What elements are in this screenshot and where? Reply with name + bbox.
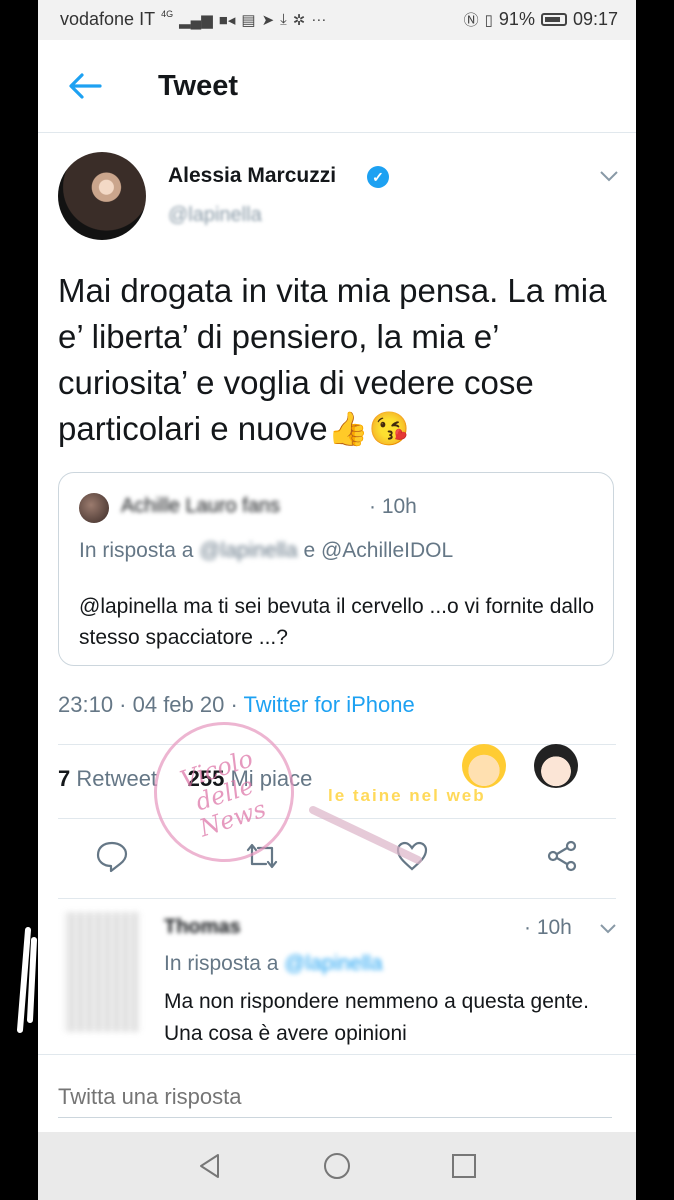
quoted-tweet[interactable]: Achille Lauro fans · 10h In risposta a @… <box>58 472 614 666</box>
reply-author-name[interactable]: Thomas <box>164 916 241 939</box>
retweet-label[interactable]: Retweet <box>70 766 157 791</box>
watermark-logo-text: Vicolo delle News <box>176 744 270 843</box>
chevron-down-icon[interactable] <box>598 168 620 184</box>
quoted-reply-prefix: In risposta a <box>79 539 200 562</box>
more-icon: ··· <box>311 11 327 28</box>
carrier-label: vodafone IT <box>60 9 156 29</box>
nav-home-icon[interactable] <box>321 1150 353 1182</box>
quoted-reply-context: In risposta a @lapinella e @AchilleIDOL <box>79 539 453 563</box>
back-arrow-icon[interactable] <box>64 68 104 104</box>
watermark-logo: Vicolo delle News <box>135 703 313 881</box>
reply-context-prefix: In risposta a <box>164 952 285 975</box>
quoted-reply-handle: @lapinella <box>199 539 298 562</box>
download-icon: ⤓ <box>280 11 287 28</box>
compose-bar <box>38 1054 636 1133</box>
author-name[interactable]: Alessia Marcuzzi <box>168 164 336 188</box>
reply-input[interactable] <box>58 1077 612 1118</box>
divider <box>58 898 616 899</box>
quoted-avatar <box>79 493 109 523</box>
battery-icon <box>540 13 567 26</box>
signal-icon: ▂▄▆ <box>179 11 213 29</box>
reply-context-handle: @lapinella <box>284 952 383 975</box>
edge-scribble <box>17 927 37 1033</box>
network-badge: 4G <box>161 8 174 19</box>
tweet-timestamp: 23:10 · 04 feb 20 · <box>58 692 244 717</box>
watermark-girl-icon <box>462 744 506 788</box>
watermark-banner: le taine nel web <box>328 786 486 805</box>
reply-time: · 10h <box>524 916 572 939</box>
nav-back-icon[interactable] <box>194 1150 226 1182</box>
verified-badge-icon: ✓ <box>367 166 389 188</box>
system-nav-bar <box>38 1132 636 1200</box>
share-icon[interactable] <box>544 838 580 874</box>
quoted-reply-suffix: e @AchilleIDOL <box>297 539 454 562</box>
video-icon: ■◂ <box>218 11 236 29</box>
settings-icon: ✲ <box>292 11 306 29</box>
status-left: vodafone IT 4G ▂▄▆ ■◂ ▤ ➤ ⤓ ✲ ··· <box>60 9 326 30</box>
reply-context: In risposta a @lapinella <box>164 952 383 976</box>
header: Tweet <box>38 40 636 133</box>
quoted-text: @lapinella ma ti sei bevuta il cervello … <box>79 595 595 649</box>
quoted-author-name: Achille Lauro fans <box>121 495 280 517</box>
battery-percent: 91% <box>498 9 535 29</box>
watermark-girl-icon <box>534 744 578 788</box>
divider <box>58 744 616 745</box>
nav-recents-icon[interactable] <box>448 1150 480 1182</box>
watermark-wand-icon <box>309 806 422 864</box>
nfc-icon: Ⓝ <box>463 12 479 29</box>
status-time: 09:17 <box>572 9 618 29</box>
calendar-icon: ▤ <box>241 11 256 29</box>
phone-screen: vodafone IT 4G ▂▄▆ ■◂ ▤ ➤ ⤓ ✲ ··· Ⓝ ▯ 91… <box>38 0 636 1200</box>
tweet-text: Mai drogata in vita mia pensa. La mia e’… <box>58 272 607 447</box>
page-title: Tweet <box>158 70 239 102</box>
reply-avatar[interactable] <box>64 912 140 1032</box>
telegram-icon: ➤ <box>261 11 275 29</box>
retweet-count[interactable]: 7 <box>58 766 70 791</box>
reply-icon[interactable] <box>94 838 130 874</box>
chevron-down-icon[interactable] <box>598 922 618 936</box>
reply-text: Ma non rispondere nemmeno a questa gente… <box>164 990 589 1045</box>
tweet-meta: 23:10 · 04 feb 20 · Twitter for iPhone <box>58 692 415 718</box>
vibrate-icon: ▯ <box>484 11 493 29</box>
tweet-source-link[interactable]: Twitter for iPhone <box>244 692 415 717</box>
author-handle[interactable]: @lapinella <box>168 204 262 227</box>
status-bar: vodafone IT 4G ▂▄▆ ■◂ ▤ ➤ ⤓ ✲ ··· Ⓝ ▯ 91… <box>38 0 636 40</box>
quoted-time: · 10h <box>369 495 417 518</box>
author-avatar[interactable] <box>58 152 146 240</box>
status-right: Ⓝ ▯ 91% 09:17 <box>464 9 618 30</box>
